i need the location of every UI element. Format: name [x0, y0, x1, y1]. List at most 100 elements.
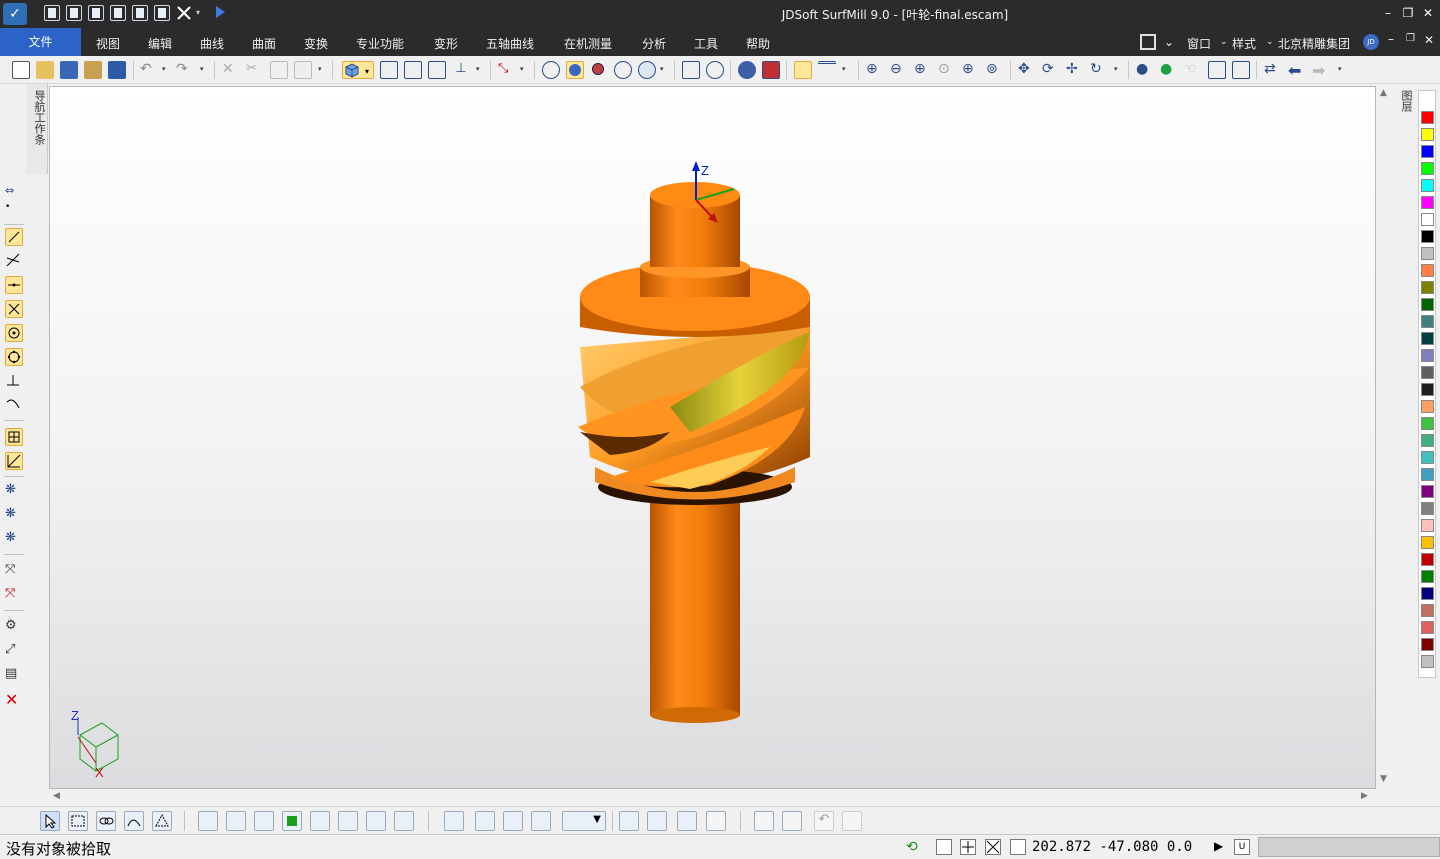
grid-snap-icon[interactable] — [5, 428, 23, 446]
status-grid-icon[interactable] — [960, 839, 976, 855]
palette-color-swatch[interactable] — [1421, 451, 1434, 464]
front-view-icon[interactable] — [380, 61, 398, 79]
copy-icon[interactable] — [270, 61, 288, 79]
snap-surface-icon[interactable] — [254, 811, 274, 831]
layer-list-icon[interactable] — [818, 61, 836, 79]
status-box-icon[interactable] — [985, 839, 1001, 855]
unit-button[interactable]: U — [1234, 839, 1250, 855]
new-icon[interactable] — [12, 61, 30, 79]
palette-color-swatch[interactable] — [1421, 332, 1434, 345]
scroll-right-icon[interactable]: ▶ — [1361, 791, 1368, 801]
open-icon[interactable] — [36, 61, 54, 79]
tangent-line-icon[interactable] — [5, 252, 23, 270]
move-view-icon[interactable]: ✢ — [1066, 61, 1084, 79]
zoom-all-icon[interactable]: ⊕ — [962, 61, 980, 79]
view-cube-icon[interactable]: ▾ — [342, 61, 374, 79]
snap-icon[interactable] — [794, 61, 812, 79]
side-view-icon[interactable] — [428, 61, 446, 79]
surface-tool-1-icon[interactable]: ❋ — [5, 482, 23, 500]
dimension-icon[interactable] — [5, 372, 23, 390]
clear-select-icon[interactable] — [842, 811, 862, 831]
palette-color-swatch[interactable] — [1421, 587, 1434, 600]
coordinate-icon[interactable] — [5, 452, 23, 470]
snap-point-icon[interactable] — [198, 811, 218, 831]
print-icon[interactable] — [84, 61, 102, 79]
view-rotate-icon[interactable] — [647, 811, 667, 831]
palette-color-swatch[interactable] — [1421, 434, 1434, 447]
select-filter-icon[interactable]: ⤡ — [498, 61, 516, 79]
menu-professional[interactable]: 专业功能 — [356, 35, 404, 52]
transparent-icon[interactable] — [638, 61, 656, 79]
impeller-model[interactable]: Z Z X — [50, 87, 1376, 789]
horizontal-scrollbar[interactable]: ◀ ▶ — [49, 789, 1376, 805]
group-icon[interactable] — [754, 811, 774, 831]
scroll-down-icon[interactable]: ▼ — [1380, 774, 1387, 784]
rotate-icon[interactable]: ⟳ — [1042, 61, 1060, 79]
property-icon[interactable]: ▤ — [5, 666, 23, 684]
trim-delete-icon[interactable]: ⤧ — [5, 586, 23, 604]
palette-color-swatch[interactable] — [1421, 553, 1434, 566]
palette-color-swatch[interactable] — [1421, 570, 1434, 583]
play-icon[interactable]: ▶ — [1214, 839, 1230, 855]
cut-icon[interactable]: ✂ — [246, 61, 264, 79]
circle-points-icon[interactable] — [5, 348, 23, 366]
vertical-scrollbar[interactable]: ▲ ▼ — [1376, 86, 1392, 789]
style-dropdown-icon[interactable]: ⌄ — [1266, 37, 1274, 47]
palette-color-swatch[interactable] — [1421, 196, 1434, 209]
palette-color-swatch[interactable] — [1421, 349, 1434, 362]
filter-dropdown[interactable]: ▼ — [562, 811, 606, 831]
undo-icon[interactable]: ↶ — [140, 61, 158, 79]
3d-viewport[interactable]: Z Z X — [49, 86, 1376, 789]
save-icon[interactable] — [60, 61, 78, 79]
filter-3-icon[interactable] — [503, 811, 523, 831]
select-arrow-icon[interactable] — [40, 811, 60, 831]
palette-color-swatch[interactable] — [1421, 230, 1434, 243]
scroll-left-icon[interactable]: ◀ — [53, 791, 60, 801]
filter-4-icon[interactable] — [531, 811, 551, 831]
snap-green-point-icon[interactable] — [366, 811, 386, 831]
window-dropdown-icon[interactable]: ⌄ — [1220, 37, 1228, 47]
horizontal-line-icon[interactable] — [5, 276, 23, 294]
orbit-icon[interactable]: ↻ — [1090, 61, 1108, 79]
shaded-icon[interactable] — [566, 61, 584, 79]
palette-color-swatch[interactable] — [1421, 213, 1434, 226]
back-icon[interactable]: ⬅ — [1288, 61, 1306, 80]
scroll-up-icon[interactable]: ▲ — [1380, 88, 1387, 98]
light-icon[interactable]: ● — [1136, 61, 1154, 79]
menu-on-machine-measure[interactable]: 在机测量 — [564, 35, 612, 52]
select-chain-icon[interactable] — [96, 811, 116, 831]
menu-file[interactable]: 文件 — [0, 28, 81, 56]
menu-five-axis-curve[interactable]: 五轴曲线 — [486, 35, 534, 52]
palette-color-swatch[interactable] — [1421, 383, 1434, 396]
shaded-edges-icon[interactable] — [590, 61, 608, 79]
status-coord-icon[interactable] — [1010, 839, 1026, 855]
wireframe-icon[interactable] — [542, 61, 560, 79]
line-tool-icon[interactable] — [5, 228, 23, 246]
status-page-icon[interactable] — [936, 839, 952, 855]
gear-transform-icon[interactable]: ⚙ — [5, 618, 23, 636]
mdi-restore-button[interactable]: ❐ — [1406, 33, 1415, 44]
pan-icon[interactable]: ✥ — [1018, 61, 1036, 79]
render-icon[interactable] — [738, 61, 756, 79]
menu-deform[interactable]: 变形 — [434, 35, 458, 52]
menu-style[interactable]: 样式 — [1232, 35, 1256, 52]
filter-2-icon[interactable] — [475, 811, 495, 831]
redo-icon[interactable]: ↷ — [176, 61, 194, 79]
material-icon[interactable] — [762, 61, 780, 79]
palette-color-swatch[interactable] — [1421, 247, 1434, 260]
delete-tool-icon[interactable]: ✕ — [5, 690, 23, 709]
spline-icon[interactable] — [5, 396, 23, 414]
close-button[interactable]: ✕ — [1418, 3, 1438, 23]
palette-color-swatch[interactable] — [1421, 502, 1434, 515]
palette-color-swatch[interactable] — [1421, 298, 1434, 311]
axis-view-icon[interactable]: ⊥ — [452, 61, 470, 79]
palette-color-swatch[interactable] — [1421, 179, 1434, 192]
palette-color-swatch[interactable] — [1421, 264, 1434, 277]
palette-color-swatch[interactable] — [1421, 468, 1434, 481]
ungroup-icon[interactable] — [782, 811, 802, 831]
view-box-icon[interactable] — [619, 811, 639, 831]
menu-help[interactable]: 帮助 — [746, 35, 770, 52]
layer-tab[interactable]: 图层 — [1396, 90, 1414, 150]
menu-analysis[interactable]: 分析 — [642, 35, 666, 52]
menu-transform[interactable]: 变换 — [304, 35, 328, 52]
